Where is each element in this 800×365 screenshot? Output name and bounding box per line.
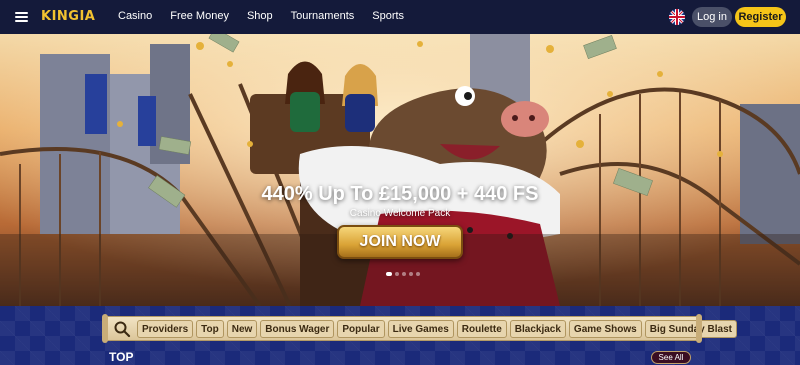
nav-free-money[interactable]: Free Money: [170, 10, 229, 22]
chip-top[interactable]: Top: [196, 320, 224, 338]
section-title: TOP: [109, 350, 134, 364]
search-icon[interactable]: [113, 320, 131, 338]
carousel-dot[interactable]: [395, 272, 399, 276]
carousel-dots: [386, 272, 420, 276]
main-nav: Casino Free Money Shop Tournaments Sport…: [118, 10, 422, 22]
carousel-dot[interactable]: [386, 272, 392, 276]
see-all-button[interactable]: See All: [651, 351, 691, 364]
menu-icon[interactable]: [15, 12, 28, 22]
chip-roulette[interactable]: Roulette: [456, 320, 507, 338]
chip-providers[interactable]: Providers: [137, 320, 194, 338]
chip-blackjack[interactable]: Blackjack: [509, 320, 566, 338]
hero-illustration: [0, 34, 800, 306]
logo[interactable]: KINGIA: [41, 9, 95, 24]
carousel-dot[interactable]: [402, 272, 406, 276]
category-filter-bar: Providers Top New Bonus Wager Popular Li…: [102, 314, 737, 343]
games-section: Providers Top New Bonus Wager Popular Li…: [0, 306, 800, 365]
carousel-dot[interactable]: [409, 272, 413, 276]
chip-live-games[interactable]: Live Games: [387, 320, 454, 338]
hero-title: 440% Up To £15,000 + 440 FS: [261, 183, 539, 205]
join-now-button[interactable]: JOIN NOW: [337, 225, 463, 259]
chip-bonus-wager[interactable]: Bonus Wager: [260, 320, 335, 338]
login-button[interactable]: Log in: [692, 7, 732, 27]
nav-tournaments[interactable]: Tournaments: [291, 10, 355, 22]
chip-big-sunday-blast[interactable]: Big Sunday Blast: [644, 320, 737, 338]
top-header: KINGIA Casino Free Money Shop Tournament…: [0, 0, 800, 34]
chip-new[interactable]: New: [226, 320, 258, 338]
chip-popular[interactable]: Popular: [337, 320, 385, 338]
nav-sports[interactable]: Sports: [372, 10, 404, 22]
carousel-dot[interactable]: [416, 272, 420, 276]
hero-subtitle: Casino Welcome Pack: [349, 208, 451, 219]
uk-flag-icon[interactable]: [669, 9, 685, 25]
register-button[interactable]: Register: [735, 7, 786, 27]
chip-game-shows[interactable]: Game Shows: [568, 320, 642, 338]
hero-banner[interactable]: 440% Up To £15,000 + 440 FS Casino Welco…: [0, 34, 800, 306]
nav-shop[interactable]: Shop: [247, 10, 273, 22]
nav-casino[interactable]: Casino: [118, 10, 152, 22]
category-chips: Providers Top New Bonus Wager Popular Li…: [137, 320, 737, 338]
